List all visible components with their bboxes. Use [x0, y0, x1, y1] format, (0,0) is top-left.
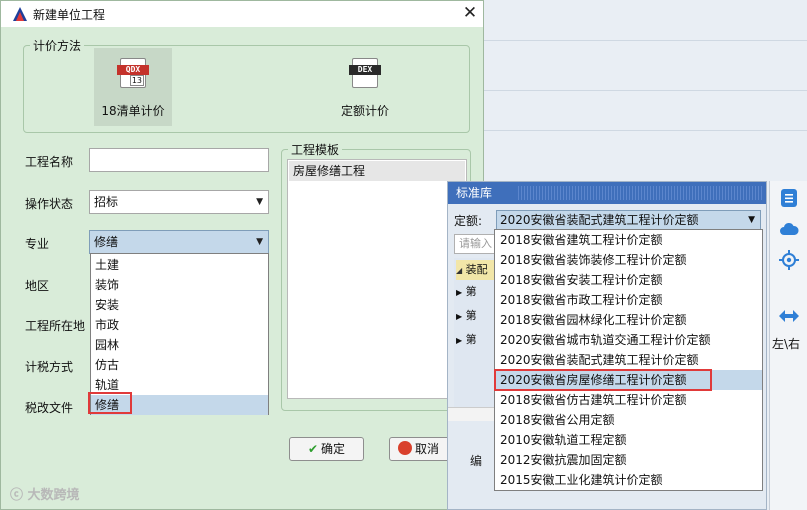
- ok-button[interactable]: ✔ 确定: [289, 437, 364, 461]
- quota-option[interactable]: 2020安徽省装配式建筑工程计价定额: [495, 350, 762, 370]
- bill-pricing-button[interactable]: QDX 13 18清单计价: [94, 48, 172, 126]
- quota-option[interactable]: 2018安徽省仿古建筑工程计价定额: [495, 390, 762, 410]
- library-bottom-tab[interactable]: 编: [470, 450, 496, 472]
- specialty-select[interactable]: 修缮 ▼: [89, 230, 269, 254]
- specialty-option[interactable]: 装饰: [91, 275, 268, 295]
- quota-pricing-label: 定额计价: [340, 104, 389, 118]
- app-logo-icon: [13, 7, 27, 21]
- tax-file-label: 税改文件: [25, 401, 74, 415]
- project-name-input[interactable]: [89, 148, 269, 172]
- quota-option[interactable]: 2018安徽省建筑工程计价定额: [495, 230, 762, 250]
- new-unit-project-dialog: 新建单位工程 ✕ 计价方法 QDX 13 18清单计价 DEX 定额计价 工程名…: [0, 0, 484, 510]
- location-label: 工程所在地: [25, 319, 86, 333]
- template-item[interactable]: 房屋修缮工程: [289, 161, 465, 181]
- region-label: 地区: [25, 279, 50, 293]
- right-toolbar: 左\右: [769, 181, 807, 510]
- project-template-legend: 工程模板: [291, 143, 340, 157]
- specialty-dropdown-list: 土建 装饰 安装 市政 园林 仿古 轨道 修缮: [90, 253, 269, 415]
- specialty-option[interactable]: 园林: [91, 335, 268, 355]
- quota-option[interactable]: 2010安徽轨道工程定额: [495, 430, 762, 450]
- quota-option[interactable]: 2015安徽工业化建筑计价定额: [495, 470, 762, 490]
- tree-item[interactable]: ▶ 第: [456, 330, 496, 350]
- operation-status-value: 招标: [94, 195, 119, 209]
- library-tree: ◢ 装配 ▶ 第 ▶ 第 ▶ 第: [454, 258, 496, 408]
- project-name-label: 工程名称: [25, 155, 74, 169]
- specialty-option[interactable]: 土建: [91, 255, 268, 275]
- bill-pricing-label: 18清单计价: [101, 104, 165, 118]
- library-header: 标准库: [448, 182, 766, 204]
- specialty-value: 修缮: [94, 235, 119, 249]
- quota-pricing-button[interactable]: DEX 定额计价: [326, 48, 404, 126]
- library-scrollbar[interactable]: [448, 407, 496, 421]
- operation-status-label: 操作状态: [25, 197, 74, 211]
- quota-option[interactable]: 2012安徽抗震加固定额: [495, 450, 762, 470]
- specialty-label: 专业: [25, 237, 50, 251]
- watermark: ⓒ 大数跨境: [10, 488, 80, 503]
- chevron-down-icon: ▼: [256, 197, 263, 207]
- quota-option[interactable]: 2018安徽省园林绿化工程计价定额: [495, 310, 762, 330]
- cloud-icon[interactable]: [778, 219, 800, 241]
- quota-option[interactable]: 2020安徽省城市轨道交通工程计价定额: [495, 330, 762, 350]
- tree-item[interactable]: ▶ 第: [456, 282, 496, 302]
- chevron-down-icon: ▼: [256, 237, 263, 247]
- tree-item[interactable]: ▶ 第: [456, 306, 496, 326]
- specialty-option[interactable]: 仿古: [91, 355, 268, 375]
- operation-status-select[interactable]: 招标 ▼: [89, 190, 269, 214]
- qdx-file-icon: QDX 13: [117, 58, 149, 88]
- quota-option[interactable]: 2018安徽省公用定额: [495, 410, 762, 430]
- highlight-box-quota: [494, 369, 712, 391]
- left-right-label: 左\右: [772, 337, 801, 351]
- library-book-icon[interactable]: [778, 187, 800, 209]
- library-search-input[interactable]: 请输入: [454, 234, 496, 254]
- specialty-option[interactable]: 安装: [91, 295, 268, 315]
- dex-file-icon: DEX: [349, 58, 381, 88]
- quota-select-value: 2020安徽省装配式建筑工程计价定额: [500, 213, 699, 227]
- quota-label: 定额:: [454, 214, 483, 228]
- check-icon: ✔: [307, 442, 319, 456]
- close-icon[interactable]: ✕: [460, 3, 480, 23]
- left-right-arrow-icon[interactable]: [778, 305, 800, 327]
- quota-option[interactable]: 2018安徽省装饰装修工程计价定额: [495, 250, 762, 270]
- dialog-titlebar: 新建单位工程 ✕: [1, 1, 483, 27]
- dialog-title: 新建单位工程: [33, 8, 106, 22]
- pricing-method-legend: 计价方法: [33, 39, 82, 53]
- quota-dropdown-list: 2018安徽省建筑工程计价定额 2018安徽省装饰装修工程计价定额 2018安徽…: [494, 229, 763, 491]
- highlight-box-specialty: [88, 392, 132, 414]
- chevron-down-icon: ▼: [748, 215, 755, 225]
- header-grip: [518, 186, 762, 200]
- locate-icon[interactable]: [778, 249, 800, 271]
- quota-select[interactable]: 2020安徽省装配式建筑工程计价定额 ▼: [496, 210, 761, 230]
- library-title: 标准库: [456, 186, 493, 200]
- quota-option[interactable]: 2018安徽省安装工程计价定额: [495, 270, 762, 290]
- tree-item[interactable]: ◢ 装配: [456, 260, 496, 280]
- cancel-icon: [398, 441, 412, 455]
- tax-method-label: 计税方式: [25, 360, 74, 374]
- project-template-list: 房屋修缮工程: [287, 159, 467, 399]
- specialty-option[interactable]: 市政: [91, 315, 268, 335]
- quota-option[interactable]: 2018安徽省市政工程计价定额: [495, 290, 762, 310]
